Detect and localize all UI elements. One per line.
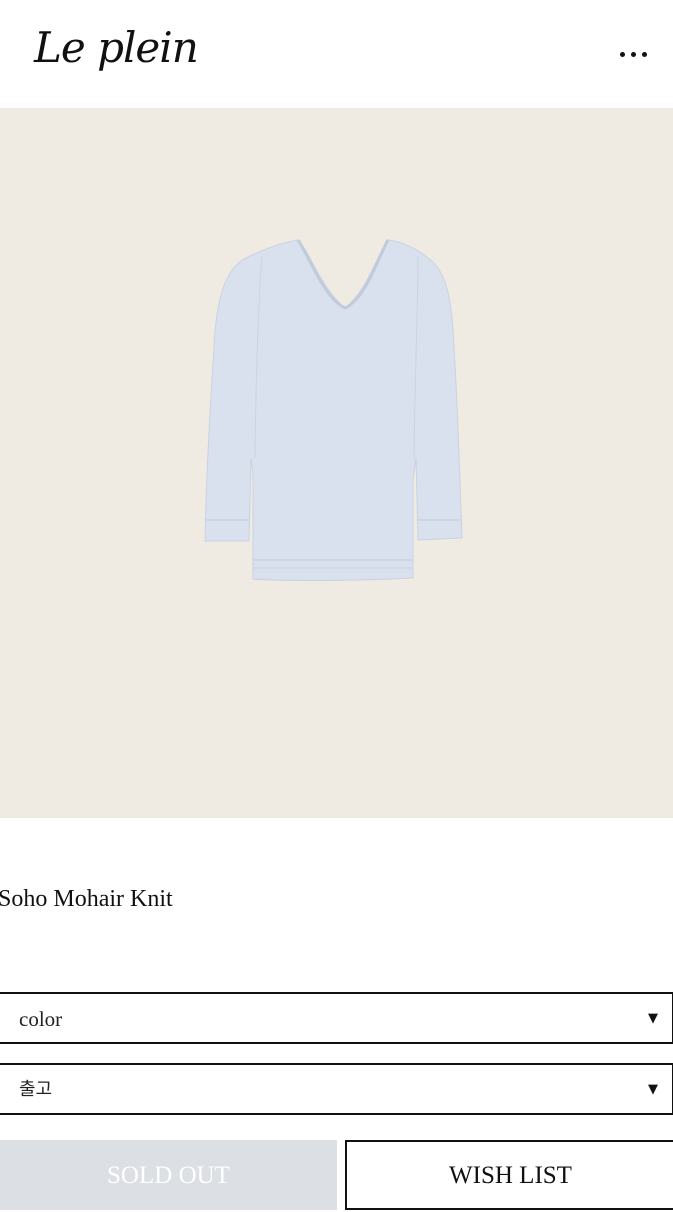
more-dots-icon bbox=[630, 51, 636, 57]
color-select[interactable]: color ▼ bbox=[0, 992, 673, 1044]
chevron-down-icon: ▼ bbox=[648, 1011, 658, 1026]
more-dots-icon bbox=[641, 51, 647, 57]
color-select-value: color bbox=[19, 1007, 63, 1031]
site-header: Le plein bbox=[0, 0, 673, 108]
sweater-photo bbox=[204, 239, 463, 582]
chevron-down-icon: ▼ bbox=[648, 1082, 658, 1097]
product-title: Soho Mohair Knit bbox=[0, 886, 173, 912]
shipping-select[interactable]: 출고 ▼ bbox=[0, 1063, 673, 1115]
shipping-select-value: 출고 bbox=[19, 1079, 53, 1100]
product-image[interactable] bbox=[0, 108, 673, 818]
brand-logo[interactable]: Le plein bbox=[34, 20, 199, 76]
more-menu-button[interactable] bbox=[611, 36, 655, 72]
more-dots-icon bbox=[619, 51, 625, 57]
